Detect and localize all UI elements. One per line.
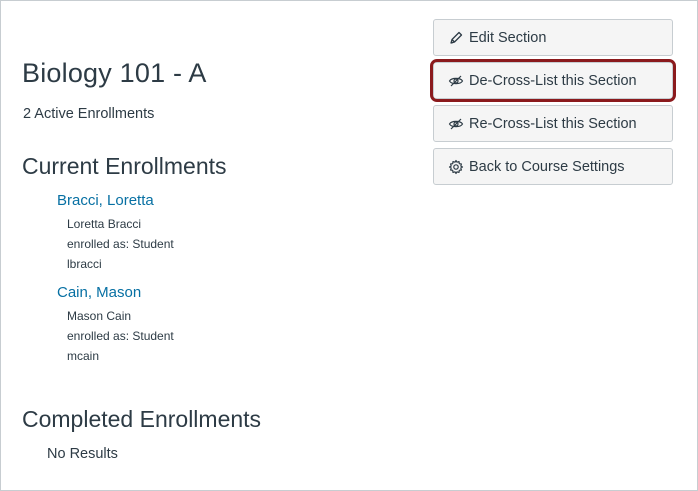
back-to-course-settings-label: Back to Course Settings [469,158,625,175]
de-cross-list-button[interactable]: De-Cross-List this Section [433,62,673,99]
enrollment-full-name: Loretta Bracci [67,217,142,231]
enrollment-full-name: Mason Cain [67,309,132,323]
re-cross-list-label: Re-Cross-List this Section [469,115,637,132]
no-results-text: No Results [47,446,118,462]
enrollment-user-link[interactable]: Bracci, Loretta [57,192,174,214]
gear-icon [448,159,464,175]
edit-section-label: Edit Section [469,29,547,46]
eye-slash-icon [448,116,464,132]
completed-enrollments-heading: Completed Enrollments [22,406,262,432]
edit-section-button[interactable]: Edit Section [433,19,673,56]
section-title: Biology 101 - A [22,58,207,88]
pencil-icon [448,30,464,46]
de-cross-list-label: De-Cross-List this Section [469,72,637,89]
re-cross-list-button[interactable]: Re-Cross-List this Section [433,105,673,142]
enrollment-login: lbracci [67,257,102,271]
active-enrollments-count: 2 Active Enrollments [23,106,155,122]
enrollment-role: enrolled as: Student [67,329,174,343]
enrollment-role: enrolled as: Student [67,237,174,251]
eye-slash-icon [448,73,464,89]
enrollment-login: mcain [67,349,100,363]
enrollment-item: Cain, Mason Mason Cain enrolled as: Stud… [57,284,174,366]
enrollment-item: Bracci, Loretta Loretta Bracci enrolled … [57,192,174,274]
back-to-course-settings-button[interactable]: Back to Course Settings [433,148,673,185]
enrollment-user-link[interactable]: Cain, Mason [57,284,174,306]
current-enrollments-heading: Current Enrollments [22,153,227,179]
